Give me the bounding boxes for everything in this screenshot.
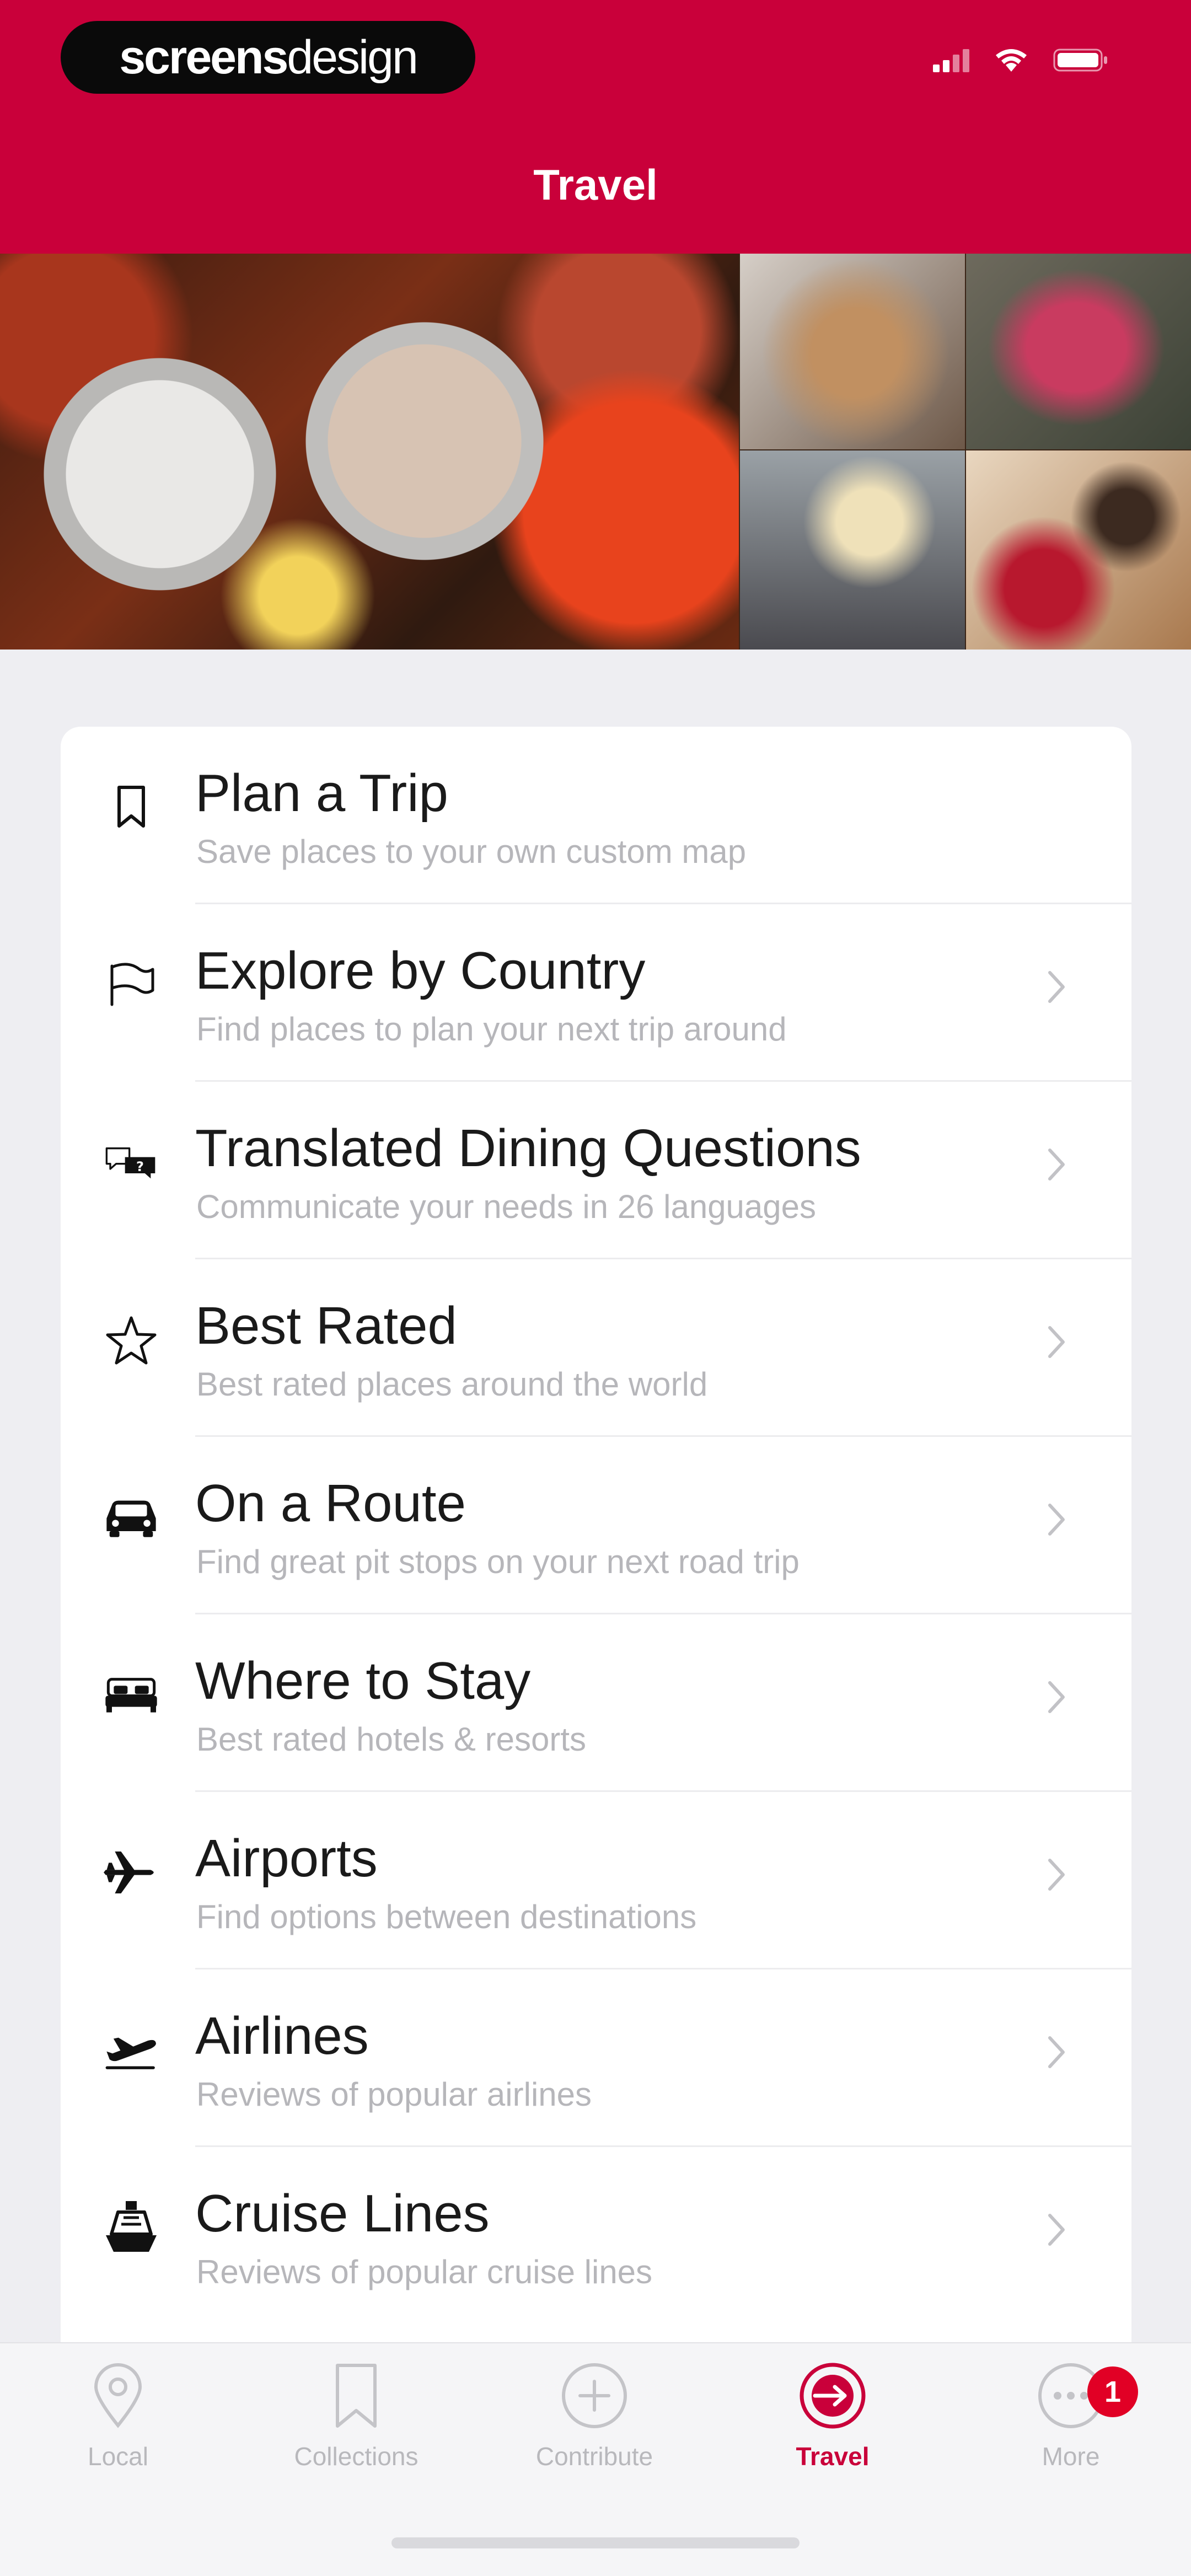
ship-icon	[104, 2200, 159, 2255]
airplane-icon	[104, 1845, 159, 1900]
menu-item-title: Plan a Trip	[195, 764, 448, 823]
app-header: screens design Travel	[0, 0, 1191, 254]
signal-icon	[933, 49, 969, 72]
chevron-right-icon	[1048, 2214, 1065, 2246]
tab-bar: Local Collections Contribute Travel More…	[0, 2342, 1191, 2576]
brand-text-bold: screens	[119, 30, 288, 84]
tab-label: Contribute	[535, 2442, 653, 2471]
notification-badge: 1	[1087, 2366, 1138, 2417]
menu-item-subtitle: Reviews of popular cruise lines	[196, 2253, 653, 2290]
chevron-right-icon	[1048, 1504, 1065, 1536]
menu-item-on-a-route[interactable]: On a Route Find great pit stops on your …	[61, 1437, 1131, 1614]
menu-item-title: Cruise Lines	[195, 2184, 490, 2243]
menu-item-title: Airports	[195, 1829, 378, 1888]
location-pin-icon	[82, 2360, 154, 2432]
menu-item-subtitle: Find great pit stops on your next road t…	[196, 1543, 800, 1580]
menu-item-explore-by-country[interactable]: Explore by Country Find places to plan y…	[61, 904, 1131, 1082]
menu-item-title: Airlines	[195, 2006, 369, 2065]
plus-circle-icon	[559, 2360, 630, 2432]
brand-logo: screens design	[61, 21, 475, 94]
bookmark-icon	[104, 780, 159, 835]
menu-item-title: Where to Stay	[195, 1651, 531, 1710]
brand-text-light: design	[287, 30, 418, 84]
translate-chat-icon: ?	[104, 1135, 159, 1190]
chevron-right-icon	[1048, 1681, 1065, 1713]
chevron-right-icon	[1048, 971, 1065, 1003]
tab-label: Local	[88, 2442, 148, 2471]
tab-label: Travel	[796, 2442, 870, 2471]
menu-item-cruise-lines[interactable]: Cruise Lines Reviews of popular cruise l…	[61, 2147, 1131, 2325]
menu-item-title: Translated Dining Questions	[195, 1119, 861, 1178]
menu-item-translated-dining-questions[interactable]: ? Translated Dining Questions Communicat…	[61, 1082, 1131, 1259]
menu-item-airports[interactable]: Airports Find options between destinatio…	[61, 1792, 1131, 1969]
menu-item-subtitle: Communicate your needs in 26 languages	[196, 1188, 817, 1225]
menu-item-subtitle: Reviews of popular airlines	[196, 2076, 592, 2113]
chevron-right-icon	[1048, 1326, 1065, 1358]
tab-collections[interactable]: Collections	[273, 2360, 439, 2503]
hero-photo-2	[966, 254, 1191, 449]
menu-item-plan-a-trip[interactable]: Plan a Trip Save places to your own cust…	[61, 727, 1131, 904]
chevron-right-icon	[1048, 1149, 1065, 1180]
tab-label: More	[1042, 2442, 1100, 2471]
chevron-right-icon	[1048, 2036, 1065, 2068]
menu-item-subtitle: Find places to plan your next trip aroun…	[196, 1011, 787, 1048]
star-icon	[104, 1312, 159, 1367]
chevron-right-icon	[1048, 1859, 1065, 1891]
hero-photo-1	[740, 254, 965, 449]
menu-item-where-to-stay[interactable]: Where to Stay Best rated hotels & resort…	[61, 1614, 1131, 1792]
tab-travel[interactable]: Travel	[750, 2360, 915, 2503]
flag-icon	[104, 957, 159, 1012]
battery-icon	[1053, 49, 1107, 72]
menu-item-title: On a Route	[195, 1474, 466, 1533]
travel-arrow-icon	[797, 2360, 868, 2432]
tab-contribute[interactable]: Contribute	[512, 2360, 677, 2503]
menu-item-subtitle: Save places to your own custom map	[196, 833, 747, 870]
travel-menu-card: Plan a Trip Save places to your own cust…	[61, 727, 1131, 2408]
page-title: Travel	[533, 160, 658, 209]
hero-photo-mosaic	[0, 254, 1191, 650]
bookmark-icon	[320, 2360, 392, 2432]
menu-item-subtitle: Find options between destinations	[196, 1898, 697, 1935]
svg-text:?: ?	[136, 1159, 144, 1174]
tab-label: Collections	[294, 2442, 419, 2471]
wifi-icon	[996, 49, 1027, 72]
hero-photo-3	[740, 450, 965, 650]
menu-item-airlines[interactable]: Airlines Reviews of popular airlines	[61, 1969, 1131, 2147]
hero-photo-4	[966, 450, 1191, 650]
menu-item-title: Explore by Country	[195, 941, 646, 1000]
menu-item-best-rated[interactable]: Best Rated Best rated places around the …	[61, 1259, 1131, 1437]
tab-more[interactable]: More 1	[988, 2360, 1154, 2503]
menu-item-subtitle: Best rated places around the world	[196, 1366, 708, 1403]
hero-photo-main	[0, 254, 739, 650]
home-indicator	[391, 2537, 800, 2548]
menu-item-subtitle: Best rated hotels & resorts	[196, 1721, 586, 1758]
status-icons	[933, 47, 1108, 73]
bed-icon	[104, 1667, 159, 1722]
tab-local[interactable]: Local	[35, 2360, 201, 2503]
airplane-takeoff-icon	[104, 2022, 159, 2078]
menu-item-title: Best Rated	[195, 1296, 457, 1355]
car-icon	[104, 1490, 159, 1545]
